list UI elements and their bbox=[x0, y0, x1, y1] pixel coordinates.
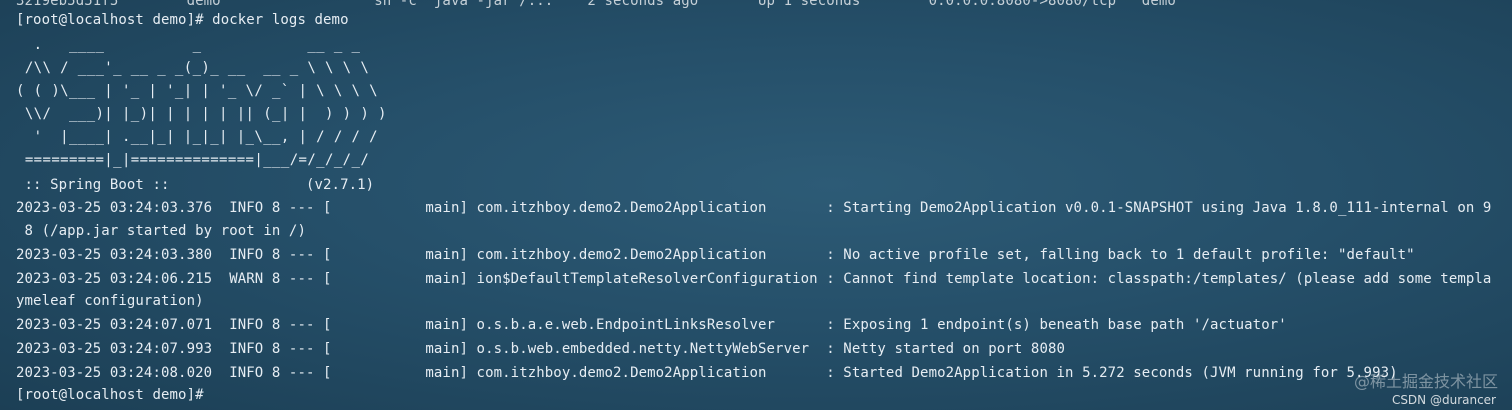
watermark-subtext: CSDN @durancer bbox=[1391, 393, 1496, 407]
log-line-starting: 2023-03-25 03:24:03.376 INFO 8 --- [ mai… bbox=[16, 200, 1492, 216]
terminal-line-cut-off: 3219eb5d51f5 demo "sh -c 'java -jar /...… bbox=[16, 0, 1176, 9]
log-line-warn-template: 2023-03-25 03:24:06.215 WARN 8 --- [ mai… bbox=[16, 271, 1492, 287]
spring-banner-line-3: ( ( )\___ | '_ | '_| | '_ \/ _` | \ \ \ … bbox=[16, 83, 378, 99]
terminal-prompt[interactable]: [root@localhost demo]# bbox=[16, 386, 204, 404]
log-line-continuation-2: ymeleaf configuration) bbox=[16, 293, 204, 309]
log-line-continuation-1: 8 (/app.jar started by root in /) bbox=[16, 223, 306, 239]
watermark-text: @稀土掘金技术社区 bbox=[1353, 372, 1498, 391]
spring-banner-line-2: /\\ / ___'_ __ _ _(_)_ __ __ _ \ \ \ \ bbox=[16, 60, 370, 76]
log-line-started: 2023-03-25 03:24:08.020 INFO 8 --- [ mai… bbox=[16, 365, 1398, 381]
log-line-endpoints: 2023-03-25 03:24:07.071 INFO 8 --- [ mai… bbox=[16, 317, 1287, 333]
spring-banner-line-4: \\/ ___)| |_)| | | | | || (_| | ) ) ) ) bbox=[16, 106, 387, 122]
terminal-command-line: [root@localhost demo]# docker logs demo bbox=[16, 12, 349, 28]
log-line-profile: 2023-03-25 03:24:03.380 INFO 8 --- [ mai… bbox=[16, 247, 1415, 263]
spring-banner-line-6: =========|_|==============|___/=/_/_/_/ bbox=[16, 152, 370, 168]
spring-banner-line-5: ' |____| .__|_| |_|_| |_\__, | / / / / bbox=[16, 129, 378, 145]
spring-banner-line-1: . ____ _ __ _ _ bbox=[16, 37, 361, 53]
spring-boot-version-line: :: Spring Boot :: (v2.7.1) bbox=[16, 177, 375, 193]
terminal-window[interactable]: 3219eb5d51f5 demo "sh -c 'java -jar /...… bbox=[0, 0, 1512, 410]
log-line-netty: 2023-03-25 03:24:07.993 INFO 8 --- [ mai… bbox=[16, 341, 1066, 357]
